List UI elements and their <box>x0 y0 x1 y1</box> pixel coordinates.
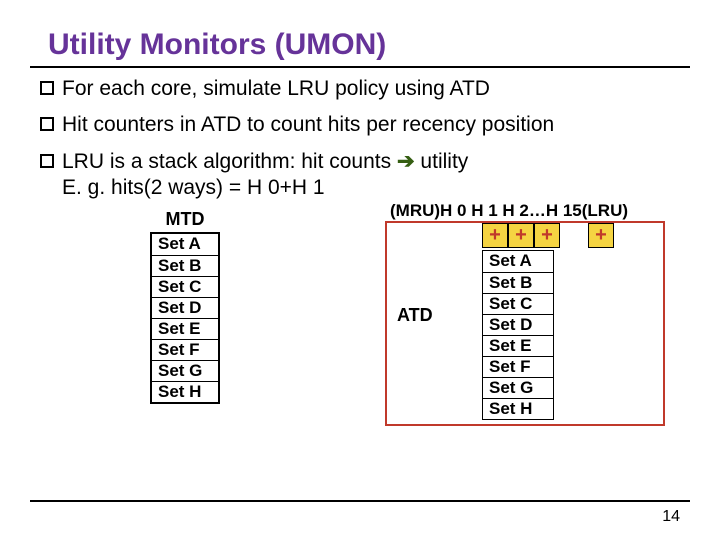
plus-icon: + <box>508 223 534 248</box>
table-row: Set B <box>152 255 218 276</box>
atd-assembly: + + + + ATD Set A Set B Set C Set D Set … <box>385 221 665 426</box>
table-row: Set D <box>152 297 218 318</box>
bullet-2: Hit counters in ATD to count hits per re… <box>40 112 690 138</box>
bullet-3-tail: utility <box>415 150 469 173</box>
diagram: MTD Set A Set B Set C Set D Set E Set F … <box>30 207 690 452</box>
mtd-table: Set A Set B Set C Set D Set E Set F Set … <box>150 232 220 404</box>
bullet-1: For each core, simulate LRU policy using… <box>40 76 690 102</box>
bullet-3: LRU is a stack algorithm: hit counts ➔ u… <box>40 149 690 202</box>
bullet-square-icon <box>40 154 54 168</box>
bullet-3-text: LRU is a stack algorithm: hit counts ➔ u… <box>62 149 468 202</box>
table-row: Set E <box>152 318 218 339</box>
table-row: Set B <box>483 272 553 293</box>
bullet-3-example: E. g. hits(2 ways) = H 0+H 1 <box>62 176 325 199</box>
bullet-1-text: For each core, simulate LRU policy using… <box>62 76 490 102</box>
table-row: Set G <box>483 377 553 398</box>
table-row: Set A <box>483 251 553 272</box>
bottom-rule <box>30 500 690 502</box>
bullet-square-icon <box>40 117 54 131</box>
table-row: Set F <box>483 356 553 377</box>
plus-icon: + <box>588 223 614 248</box>
table-row: Set F <box>152 339 218 360</box>
table-row: Set G <box>152 360 218 381</box>
plus-icon: + <box>534 223 560 248</box>
table-row: Set C <box>152 276 218 297</box>
table-row: Set H <box>483 398 553 419</box>
table-row: Set C <box>483 293 553 314</box>
arrow-icon: ➔ <box>397 150 415 173</box>
bullet-square-icon <box>40 81 54 95</box>
bullet-3-prefix: LRU is a stack algorithm: hit counts <box>62 150 391 173</box>
bullet-2-text: Hit counters in ATD to count hits per re… <box>62 112 554 138</box>
table-row: Set E <box>483 335 553 356</box>
table-row: Set D <box>483 314 553 335</box>
plus-icon: + <box>482 223 508 248</box>
table-row: Set A <box>152 234 218 255</box>
atd-table: Set A Set B Set C Set D Set E Set F Set … <box>482 250 554 420</box>
slide-title: Utility Monitors (UMON) <box>48 28 690 62</box>
title-underline <box>30 66 690 68</box>
page-number: 14 <box>662 508 680 526</box>
mtd-title: MTD <box>150 209 220 230</box>
hit-counter-row: + + + + <box>482 223 614 248</box>
atd-label: ATD <box>397 305 433 326</box>
table-row: Set H <box>152 381 218 402</box>
recency-header: (MRU)H 0 H 1 H 2…H 15(LRU) <box>390 201 628 221</box>
